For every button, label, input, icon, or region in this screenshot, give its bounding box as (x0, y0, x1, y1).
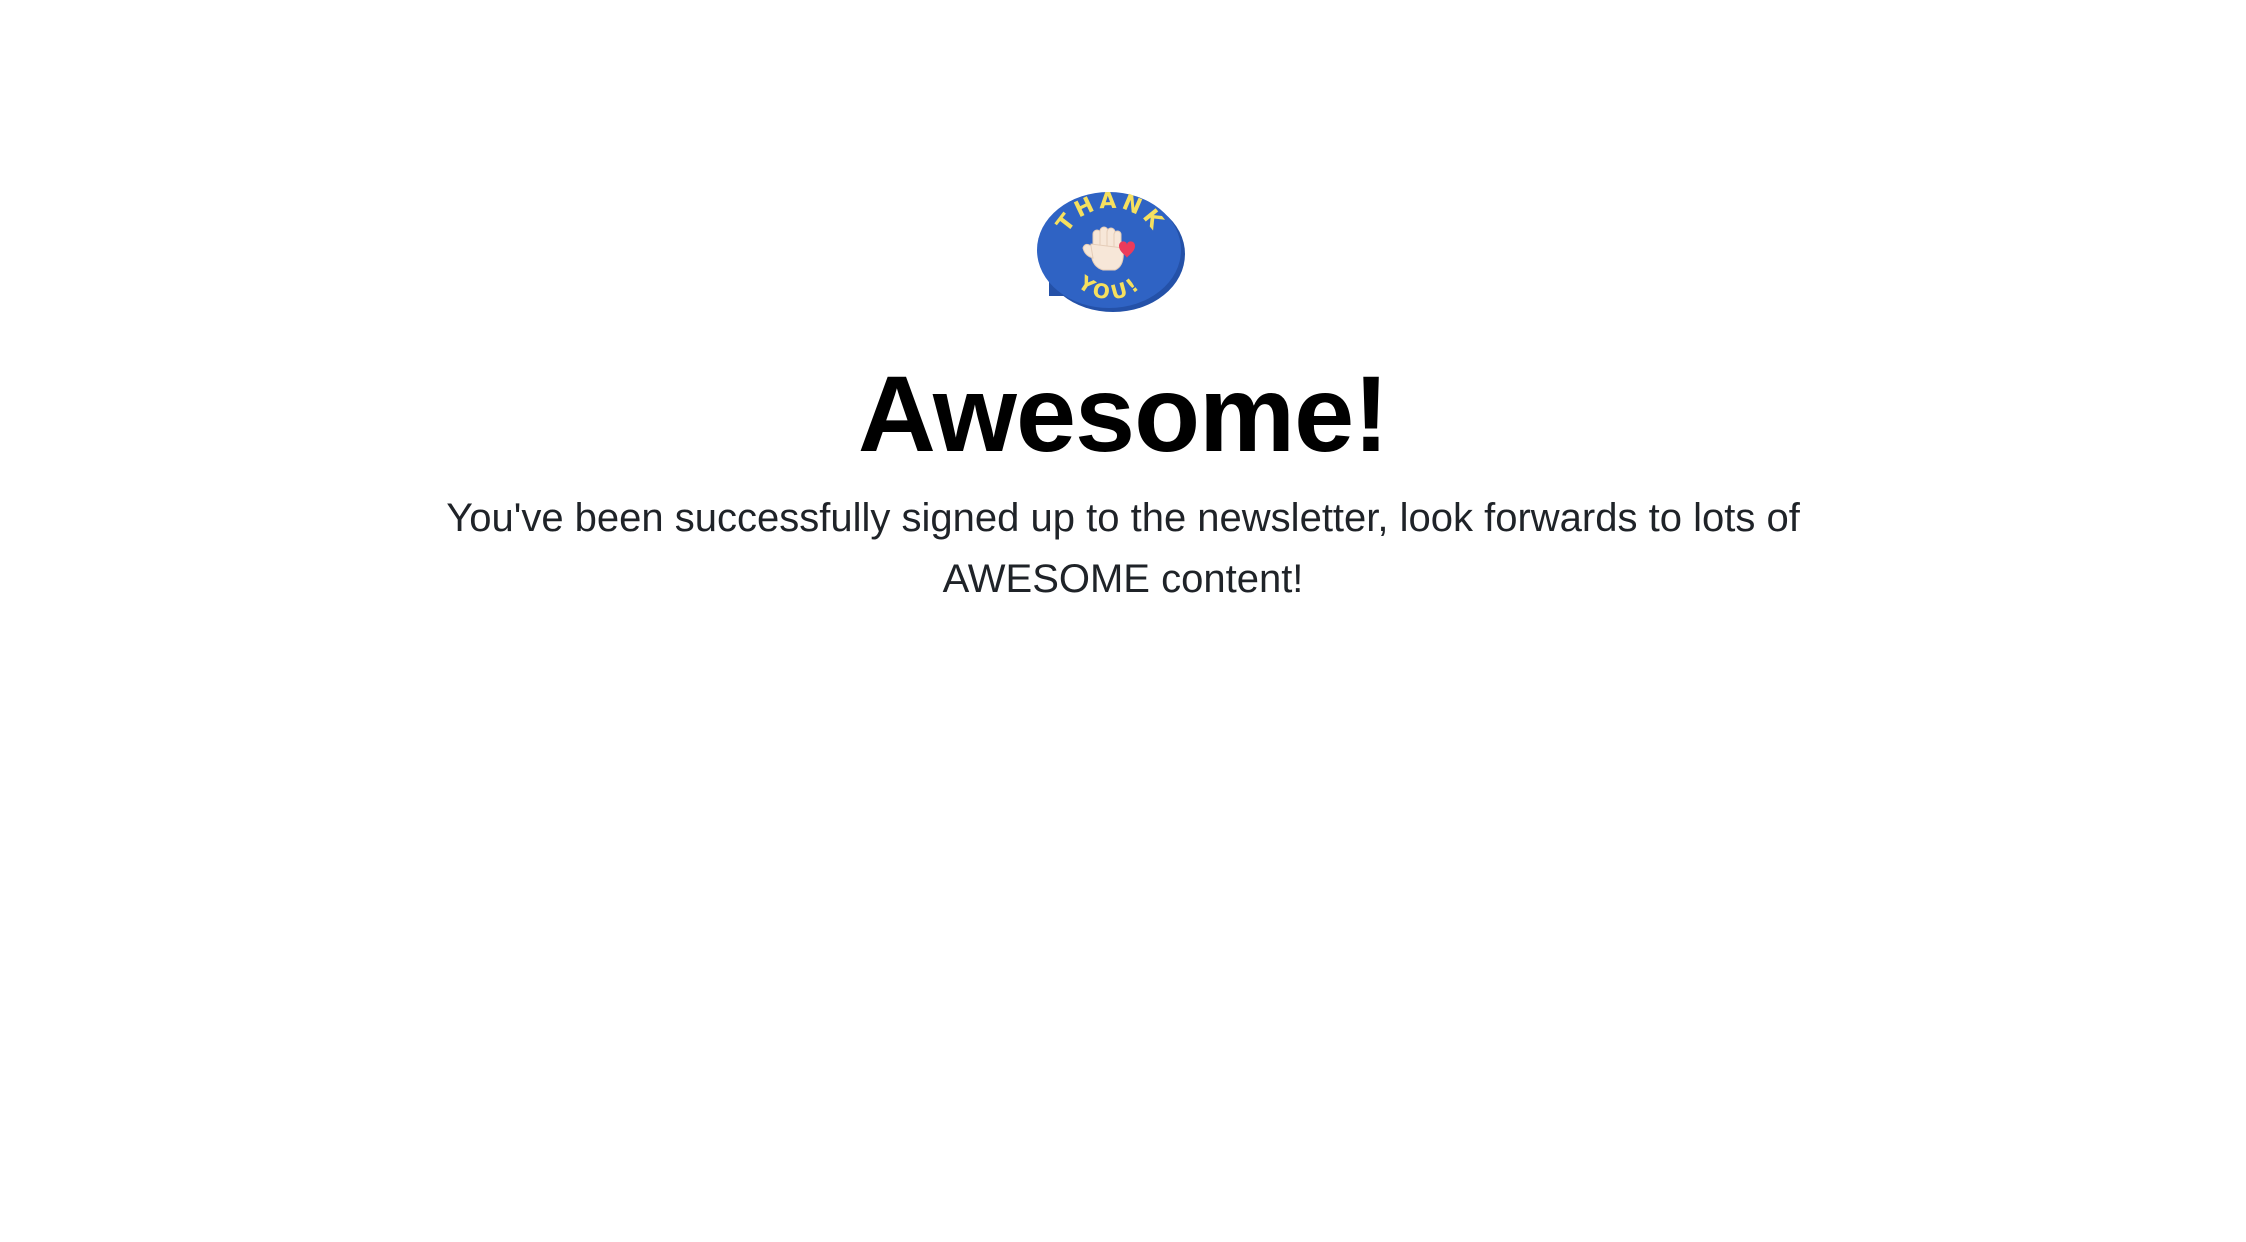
newsletter-confirmation-page: THANK YOU! Awesome! You've been successf… (0, 0, 2246, 1242)
page-title: Awesome! (857, 353, 1389, 474)
thank-you-badge-icon: THANK YOU! (1029, 186, 1189, 316)
confirmation-message: You've been successfully signed up to th… (446, 496, 1800, 601)
thank-you-speech-bubble-icon: THANK YOU! (1037, 189, 1185, 312)
